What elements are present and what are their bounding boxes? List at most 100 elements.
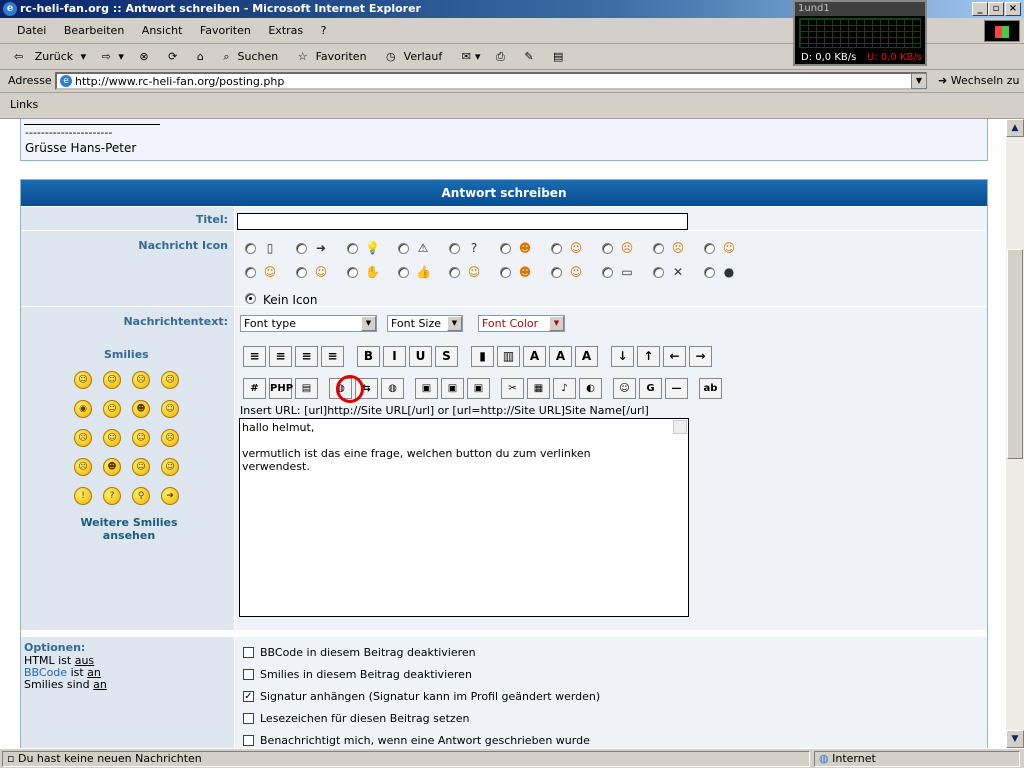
message-textarea[interactable]: hallo helmut, vermutlich ist das eine fr…	[239, 418, 689, 617]
icon-radio[interactable]	[296, 243, 307, 254]
history-button[interactable]: ◷ Verlauf	[378, 44, 450, 70]
smiley-icon[interactable]: ☻	[103, 458, 121, 476]
smiley-icon[interactable]: ☺	[103, 429, 121, 447]
move-left-button[interactable]: ←	[663, 346, 686, 367]
stop-button[interactable]: ⊗	[131, 44, 156, 70]
google-button[interactable]: G	[639, 378, 662, 399]
option-checkbox[interactable]	[243, 735, 254, 746]
mail-button[interactable]: ✉ ▾	[454, 44, 485, 70]
menu-datei[interactable]: Datei	[10, 18, 53, 44]
links-label[interactable]: Links	[10, 98, 38, 111]
smiley-icon[interactable]: ◉	[74, 400, 92, 418]
smiley-icon[interactable]: ☹	[161, 371, 179, 389]
video-button[interactable]: ▦	[527, 378, 550, 399]
more-smilies-link[interactable]: Weitere Smilies ansehen	[69, 516, 189, 542]
smiley-icon[interactable]: ⚲	[132, 487, 150, 505]
menu-help[interactable]: ?	[314, 18, 334, 44]
minimize-button[interactable]: _	[972, 2, 988, 16]
underline-button[interactable]: U	[409, 346, 432, 367]
edit-button[interactable]: ✎	[516, 44, 541, 70]
image-right-button[interactable]: ▣	[467, 378, 490, 399]
icon-radio[interactable]	[347, 267, 358, 278]
menu-ansicht[interactable]: Ansicht	[135, 18, 190, 44]
image-button[interactable]: ▣	[415, 378, 438, 399]
smiley-icon[interactable]: ☺	[74, 371, 92, 389]
close-button[interactable]: ×	[1005, 2, 1021, 16]
smiley-icon[interactable]: ☹	[161, 429, 179, 447]
align-center-button[interactable]: ≡	[295, 346, 318, 367]
align-right-button[interactable]: ≡	[269, 346, 292, 367]
smiley-icon[interactable]: ?	[103, 487, 121, 505]
go-button[interactable]: ➜ Wechseln zu	[938, 74, 1020, 87]
smiley-icon[interactable]: ☻	[132, 400, 150, 418]
icon-radio[interactable]	[551, 267, 562, 278]
icon-radio[interactable]	[602, 267, 613, 278]
refresh-button[interactable]: ⟳	[160, 44, 185, 70]
bold-button[interactable]: B	[357, 346, 380, 367]
vertical-scrollbar[interactable]: ▲ ▼	[1006, 119, 1024, 748]
smiley-icon[interactable]: ➜	[161, 487, 179, 505]
option-checkbox[interactable]: ✓	[243, 691, 254, 702]
icon-radio[interactable]	[347, 243, 358, 254]
font-color-select[interactable]: Font Color ▼	[478, 315, 565, 332]
smiley-icon[interactable]: ☺	[161, 458, 179, 476]
textarea-scroll-up[interactable]	[673, 420, 687, 434]
justify-button[interactable]: ≡	[321, 346, 344, 367]
icon-radio[interactable]	[704, 243, 715, 254]
rainbow-button[interactable]: ▥	[497, 346, 520, 367]
sound-button[interactable]: ♪	[553, 378, 576, 399]
font-type-select[interactable]: Font type ▼	[240, 315, 377, 332]
smiley-icon[interactable]: ☺	[103, 400, 121, 418]
fade-button[interactable]: A	[575, 346, 598, 367]
move-up-button[interactable]: ↑	[637, 346, 660, 367]
icon-radio[interactable]	[602, 243, 613, 254]
font-size-select[interactable]: Font Size ▼	[387, 315, 463, 332]
spell-check-button[interactable]: ab	[699, 378, 722, 399]
php-button[interactable]: PHP	[269, 378, 293, 399]
move-down-button[interactable]: ↓	[611, 346, 634, 367]
discuss-button[interactable]: ▤	[545, 44, 571, 70]
image-left-button[interactable]: ▣	[441, 378, 464, 399]
shadow-button[interactable]: A	[523, 346, 546, 367]
email-button[interactable]: ◍	[381, 378, 404, 399]
maximize-button[interactable]: ▫	[988, 2, 1004, 16]
glow-button[interactable]: A	[549, 346, 572, 367]
home-button[interactable]: ⌂	[189, 44, 212, 70]
option-checkbox[interactable]	[243, 713, 254, 724]
scroll-up-arrow-icon[interactable]: ▲	[1006, 119, 1024, 137]
no-icon-radio[interactable]	[245, 293, 256, 304]
icon-radio[interactable]	[704, 267, 715, 278]
address-input[interactable]	[55, 72, 927, 90]
smiley-icon[interactable]: ☹	[74, 458, 92, 476]
smiley-button[interactable]: ☺	[613, 378, 636, 399]
move-right-button[interactable]: →	[689, 346, 712, 367]
option-checkbox[interactable]	[243, 647, 254, 658]
smiley-icon[interactable]: ☺	[132, 429, 150, 447]
icon-radio[interactable]	[296, 267, 307, 278]
option-checkbox[interactable]	[243, 669, 254, 680]
menu-bearbeiten[interactable]: Bearbeiten	[57, 18, 131, 44]
smiley-icon[interactable]: ☹	[74, 429, 92, 447]
icon-radio[interactable]	[449, 267, 460, 278]
title-input[interactable]	[237, 213, 688, 230]
icon-radio[interactable]	[500, 267, 511, 278]
back-button[interactable]: ⇦ Zurück ▾	[6, 44, 90, 70]
icon-radio[interactable]	[245, 243, 256, 254]
menu-extras[interactable]: Extras	[261, 18, 310, 44]
scroll-down-arrow-icon[interactable]: ▼	[1006, 730, 1024, 748]
smiley-icon[interactable]: ☺	[103, 371, 121, 389]
icon-radio[interactable]	[551, 243, 562, 254]
icon-radio[interactable]	[653, 243, 664, 254]
smiley-icon[interactable]: ☹	[132, 371, 150, 389]
stream-button[interactable]: ◐	[579, 378, 602, 399]
smiley-icon[interactable]: ☺	[161, 400, 179, 418]
smiley-icon[interactable]: !	[74, 487, 92, 505]
smiley-icon[interactable]: ☺	[132, 458, 150, 476]
quote-button[interactable]: ▤	[295, 378, 318, 399]
icon-radio[interactable]	[449, 243, 460, 254]
strike-button[interactable]: S	[435, 346, 458, 367]
icon-radio[interactable]	[500, 243, 511, 254]
favorites-button[interactable]: ☆ Favoriten	[290, 44, 375, 70]
menu-favoriten[interactable]: Favoriten	[193, 18, 258, 44]
icon-radio[interactable]	[653, 267, 664, 278]
